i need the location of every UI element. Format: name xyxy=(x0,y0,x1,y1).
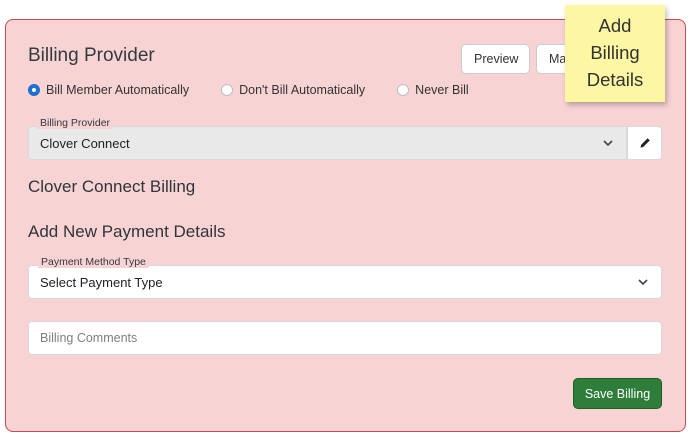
radio-dot-icon xyxy=(397,84,410,96)
save-billing-button[interactable]: Save Billing xyxy=(573,378,662,409)
sticky-note-line: Billing xyxy=(590,42,640,63)
radio-label: Never Bill xyxy=(415,83,469,97)
billing-provider-value: Clover Connect xyxy=(40,135,130,151)
preview-button[interactable]: Preview xyxy=(461,44,530,74)
billing-mode-radio-group: Bill Member Automatically Don't Bill Aut… xyxy=(28,83,501,97)
provider-billing-heading: Clover Connect Billing xyxy=(28,177,196,196)
payment-details-heading: Add New Payment Details xyxy=(28,222,226,241)
radio-dot-icon xyxy=(221,84,234,96)
payment-method-value: Select Payment Type xyxy=(40,274,163,290)
payment-method-label: Payment Method Type xyxy=(38,256,149,268)
sticky-note-line: Add xyxy=(598,15,632,36)
billing-provider-label: Billing Provider xyxy=(37,117,114,129)
radio-label: Don't Bill Automatically xyxy=(239,83,366,97)
billing-comments-input[interactable] xyxy=(28,321,662,355)
edit-provider-button[interactable] xyxy=(627,126,662,160)
radio-bill-automatically[interactable]: Bill Member Automatically xyxy=(28,83,189,97)
chevron-down-icon xyxy=(638,279,648,286)
pencil-icon xyxy=(640,138,650,148)
panel-title: Billing Provider xyxy=(28,45,155,66)
chevron-down-icon xyxy=(603,140,613,147)
radio-dot-icon xyxy=(28,84,40,96)
sticky-note: Add Billing Details xyxy=(565,5,665,102)
radio-never-bill[interactable]: Never Bill xyxy=(397,83,469,97)
billing-provider-select[interactable]: Clover Connect xyxy=(28,126,627,160)
payment-method-select[interactable]: Select Payment Type xyxy=(28,265,662,299)
radio-dont-bill-automatically[interactable]: Don't Bill Automatically xyxy=(221,83,365,97)
sticky-note-line: Details xyxy=(586,69,644,90)
radio-label: Bill Member Automatically xyxy=(46,83,190,97)
